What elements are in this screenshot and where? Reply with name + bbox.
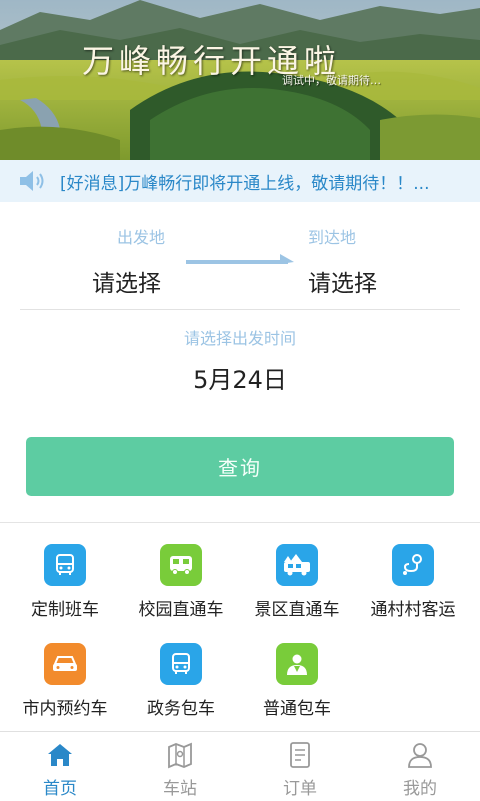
service-label: 市内预约车 — [22, 699, 108, 719]
service-village-transit[interactable]: 通村村客运 — [353, 544, 473, 620]
home-icon — [48, 744, 72, 766]
scenic-bus-icon — [276, 544, 318, 586]
service-government-charter[interactable]: 政务包车 — [121, 643, 241, 719]
user-icon — [408, 743, 432, 768]
date-label: 请选择出发时间 — [183, 329, 296, 348]
tab-label: 车站 — [163, 779, 197, 799]
bus-icon — [160, 643, 202, 685]
from-select[interactable]: 请选择 — [92, 264, 161, 298]
tab-home[interactable]: 首页 — [0, 738, 120, 799]
service-label: 通村村客运 — [370, 600, 456, 620]
from-label: 出发地 — [117, 228, 166, 247]
to-select[interactable]: 请选择 — [308, 264, 377, 298]
tab-label: 我的 — [403, 779, 437, 799]
map-icon — [168, 742, 192, 769]
driver-icon — [276, 643, 318, 685]
service-city-reservation[interactable]: 市内预约车 — [5, 643, 125, 719]
order-icon — [290, 742, 310, 768]
speaker-icon — [20, 171, 44, 191]
service-general-charter[interactable]: 普通包车 — [237, 643, 357, 719]
village-route-icon — [392, 544, 434, 586]
query-button[interactable]: 查询 — [26, 437, 454, 496]
to-label: 到达地 — [308, 228, 357, 247]
service-campus-bus[interactable]: 校园直通车 — [121, 544, 241, 620]
school-bus-icon — [160, 544, 202, 586]
bottom-tab-bar: 首页 车站 订单 我的 — [0, 731, 480, 801]
tab-label: 订单 — [283, 779, 317, 799]
tab-label: 首页 — [43, 779, 77, 799]
service-label: 景区直通车 — [254, 600, 340, 620]
service-scenic-bus[interactable]: 景区直通车 — [237, 544, 357, 620]
tab-profile[interactable]: 我的 — [360, 738, 480, 799]
service-label: 政务包车 — [147, 699, 215, 719]
notice-bar[interactable]: [好消息]万峰畅行即将开通上线，敬请期待！！... — [0, 160, 480, 202]
bus-icon — [44, 544, 86, 586]
divider — [20, 309, 460, 310]
service-label: 普通包车 — [263, 699, 331, 719]
tab-orders[interactable]: 订单 — [240, 738, 360, 799]
service-custom-shuttle[interactable]: 定制班车 — [5, 544, 125, 620]
banner[interactable]: 万峰畅行开通啦 调试中，敬请期待… — [0, 0, 480, 160]
service-label: 校园直通车 — [138, 600, 224, 620]
route-arrow-icon[interactable] — [184, 250, 298, 270]
date-select[interactable]: 5月24日 — [0, 360, 480, 395]
banner-subtitle: 调试中，敬请期待… — [282, 74, 381, 87]
notice-text: [好消息]万峰畅行即将开通上线，敬请期待！！... — [60, 173, 430, 194]
tab-stations[interactable]: 车站 — [120, 738, 240, 799]
section-divider — [0, 522, 480, 523]
service-label: 定制班车 — [31, 600, 99, 620]
car-icon — [44, 643, 86, 685]
